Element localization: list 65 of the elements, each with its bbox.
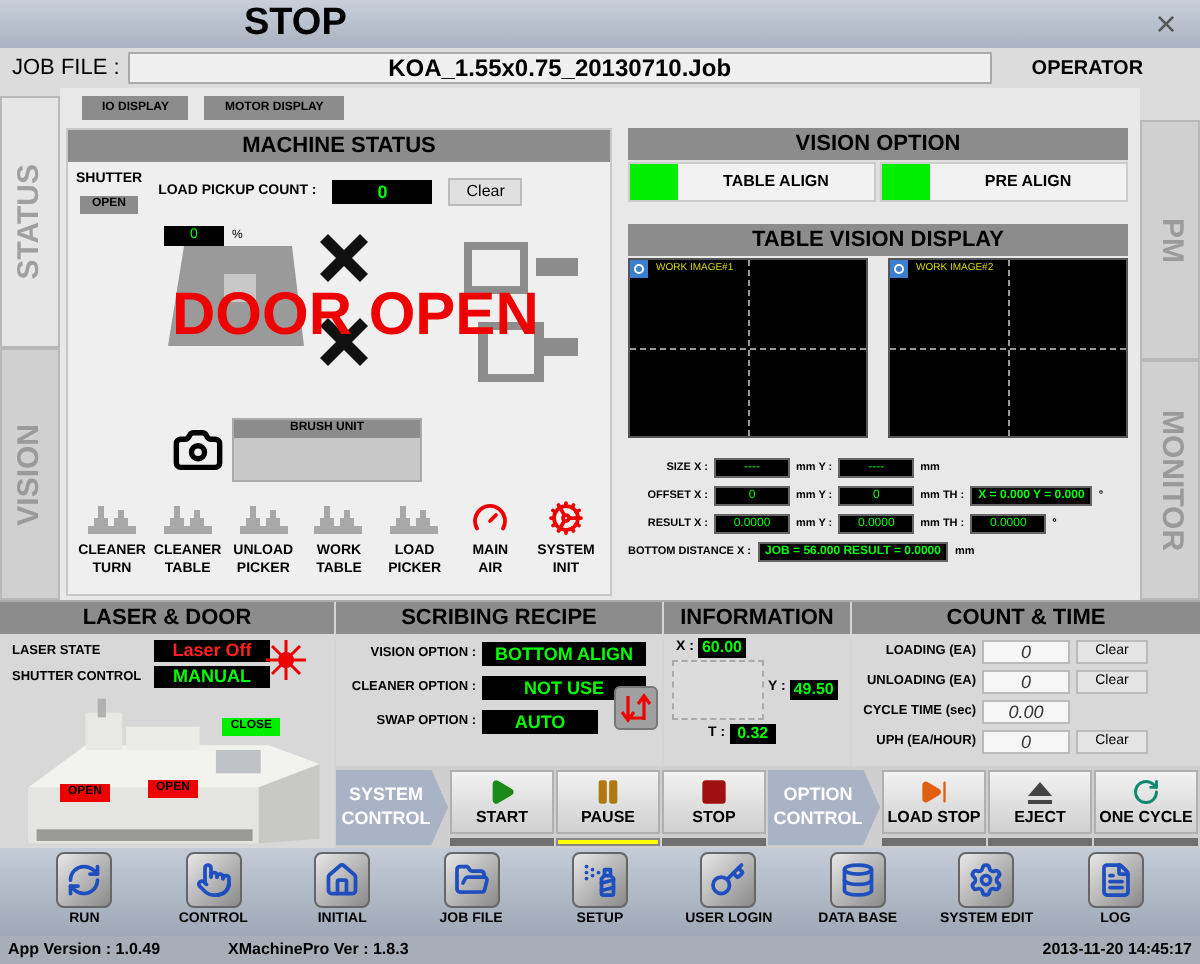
spray-can-icon (581, 862, 618, 899)
settings-icon (968, 862, 1005, 899)
swap-icon (620, 692, 652, 724)
cog-icon (547, 500, 584, 536)
picker-icon (388, 500, 441, 536)
panel-header: MACHINE STATUS (68, 130, 610, 162)
picker-icon (161, 500, 214, 536)
one-cycle-button[interactable]: ONE CYCLE (1094, 769, 1198, 834)
position-box (672, 659, 764, 719)
window-title: STOP (244, 0, 347, 48)
key-icon (710, 862, 747, 899)
pause-icon (594, 777, 622, 806)
eject-button[interactable]: EJECT (988, 769, 1092, 834)
panel-header: INFORMATION (664, 602, 850, 634)
picker-icon (237, 500, 290, 536)
panel-header: COUNT & TIME (852, 602, 1200, 634)
info-value: 49.50 (789, 679, 838, 699)
pointer-icon (195, 862, 232, 899)
swap-button[interactable] (614, 686, 658, 730)
option-label: TABLE ALIGN (721, 170, 831, 194)
count-value: 0 (982, 670, 1070, 694)
user-level: OPERATOR (1031, 55, 1144, 83)
xmachine-version: XMachinePro Ver : 1.8.3 (228, 938, 409, 962)
job-file-label: JOB FILE : (12, 53, 120, 84)
count-value: 0 (982, 730, 1070, 754)
close-button[interactable]: × (1132, 0, 1200, 48)
stop-button[interactable]: STOP (662, 769, 766, 834)
camera-icon (172, 424, 224, 476)
start-button[interactable]: START (450, 769, 554, 834)
recipe-value: BOTTOM ALIGN (482, 642, 646, 666)
document-icon (1097, 862, 1134, 899)
panel-header: TABLE VISION DISPLAY (628, 224, 1128, 256)
folder-icon (453, 862, 490, 899)
info-value: 60.00 (697, 638, 746, 659)
pause-button[interactable]: PAUSE (556, 769, 660, 834)
load-stop-button[interactable]: LOAD STOP (882, 769, 986, 834)
section-chevron: SYSTEM CONTROL (336, 769, 448, 846)
panel-header: SCRIBING RECIPE (336, 602, 662, 634)
count-value: 0 (982, 640, 1070, 664)
picker-icon (312, 500, 365, 536)
house-icon (324, 862, 361, 899)
laser-icon (266, 640, 306, 680)
count-value: 0.00 (982, 700, 1070, 724)
database-icon (839, 862, 876, 899)
laser-value: MANUAL (154, 666, 270, 688)
cycle-icon (1132, 777, 1160, 806)
recipe-value: AUTO (482, 710, 598, 734)
panel-header: LASER & DOOR (0, 602, 334, 634)
refresh-icon (66, 862, 103, 899)
job-file-field: KOA_1.55x0.75_20130710.Job (127, 52, 992, 84)
eject-icon (1026, 777, 1054, 806)
load-pickup-count: 0 (332, 180, 433, 204)
app-version: App Version : 1.0.49 (8, 938, 163, 962)
info-value: 0.32 (729, 723, 777, 744)
section-chevron: OPTION CONTROL (768, 769, 880, 846)
picker-icon (86, 500, 138, 536)
skip-icon (920, 777, 948, 806)
gauge-icon (472, 500, 509, 536)
date-time: 2013-11-20 14:45:17 (1042, 938, 1192, 962)
stop-icon (700, 777, 728, 806)
laser-value: Laser Off (154, 640, 270, 662)
option-label: PRE ALIGN (982, 170, 1074, 194)
clear-button[interactable]: Clear (448, 178, 523, 206)
play-icon (488, 777, 516, 806)
panel-header: VISION OPTION (628, 128, 1128, 160)
